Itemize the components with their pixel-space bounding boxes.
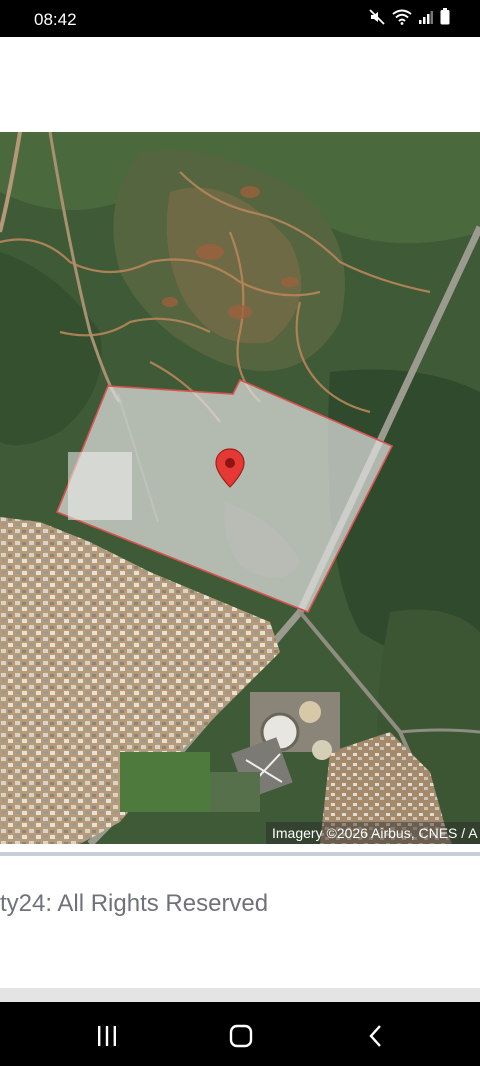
footer: ty24: All Rights Reserved: [0, 856, 480, 988]
recent-apps-button[interactable]: [85, 1016, 129, 1056]
header-blank-area: [0, 37, 480, 132]
home-icon: [229, 1024, 253, 1048]
recent-apps-icon: [98, 1026, 116, 1046]
satellite-map[interactable]: Imagery ©2026 Airbus, CNES / A: [0, 132, 480, 844]
mute-icon: [369, 8, 385, 30]
back-button[interactable]: [354, 1016, 398, 1056]
back-icon: [369, 1025, 381, 1047]
copyright-text: ty24: All Rights Reserved: [0, 890, 269, 917]
location-pin-icon[interactable]: [215, 448, 245, 488]
status-icons: [369, 8, 450, 30]
signal-icon: [419, 9, 433, 30]
navigation-bar: [0, 1002, 480, 1066]
home-button[interactable]: [219, 1016, 263, 1056]
battery-icon: [440, 8, 450, 30]
map-attribution: Imagery ©2026 Airbus, CNES / A: [266, 822, 480, 844]
status-bar: 08:42: [0, 0, 480, 37]
status-time: 08:42: [34, 10, 77, 29]
footer-gap: [0, 988, 480, 1002]
wifi-icon: [392, 9, 412, 30]
